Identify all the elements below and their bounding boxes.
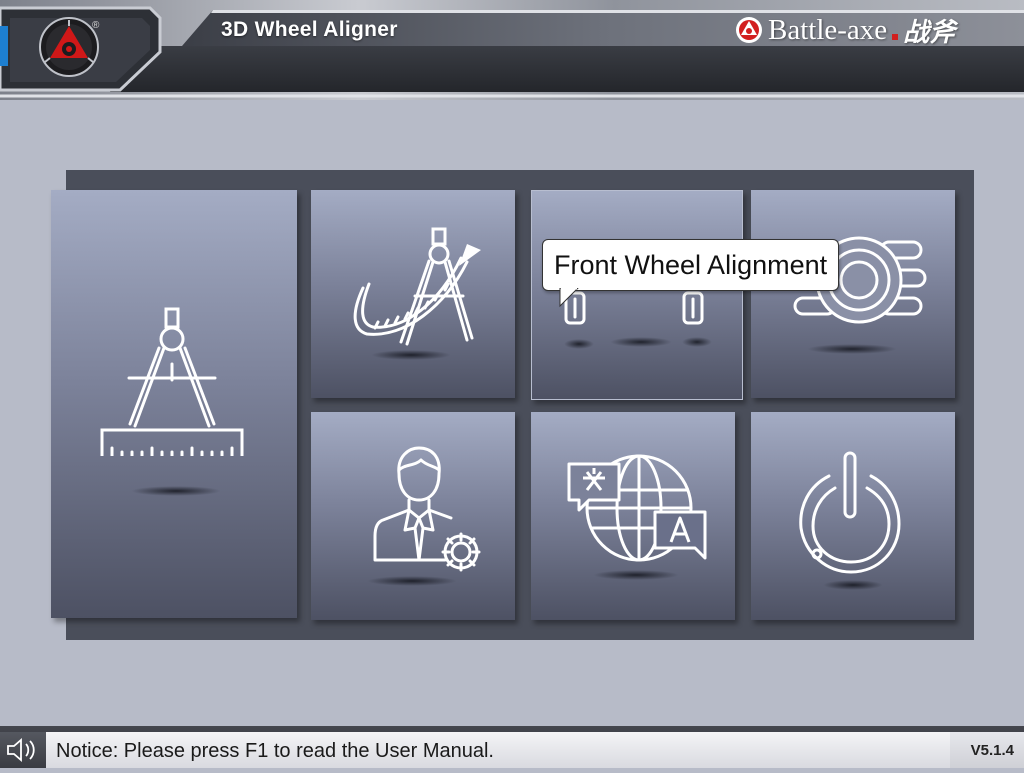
tile-shadow <box>682 337 712 347</box>
tile-shadow <box>131 486 221 496</box>
tile-tire-rims[interactable] <box>751 190 955 398</box>
tile-shadow <box>371 350 451 360</box>
compass-arrow-icon <box>353 227 481 346</box>
tile-language[interactable] <box>531 412 735 620</box>
compass-ruler-icon <box>100 307 244 456</box>
tile-shadow <box>593 570 679 580</box>
tile-power[interactable] <box>751 412 955 620</box>
user-gear-icon <box>373 446 481 572</box>
tile-measure[interactable] <box>51 190 297 618</box>
app-title: 3D Wheel Aligner <box>221 18 398 41</box>
tile-measure-angle[interactable] <box>311 190 515 398</box>
speaker-button[interactable] <box>0 732 46 768</box>
brand-logo: Battle-axe 战斧 <box>734 12 955 48</box>
tooltip: Front Wheel Alignment <box>542 239 840 291</box>
status-bar: Notice: Please press F1 to read the User… <box>0 726 1024 768</box>
registered-mark: ® <box>92 20 100 31</box>
tile-user-settings[interactable] <box>311 412 515 620</box>
notice-text: Notice: Please press F1 to read the User… <box>56 740 494 762</box>
version-label: V5.1.4 <box>970 742 1014 759</box>
notice-bar: Notice: Please press F1 to read the User… <box>46 732 950 768</box>
brand-emblem-icon <box>736 17 762 43</box>
globe-language-icon <box>567 454 707 562</box>
tile-shadow <box>823 580 883 590</box>
power-icon <box>799 451 901 574</box>
tile-shadow <box>807 344 897 354</box>
tile-shadow <box>610 337 672 347</box>
version-box: V5.1.4 <box>950 732 1024 768</box>
brand-separator <box>892 34 899 40</box>
tooltip-pointer <box>559 288 579 308</box>
brand-name-cn: 战斧 <box>903 17 956 48</box>
brand-name: Battle-axe <box>768 13 888 46</box>
tile-shadow <box>564 339 594 349</box>
tile-shadow <box>367 576 457 586</box>
logo-icon <box>39 17 99 77</box>
title-bar: ® 3D Wheel Aligner Battle-axe 战斧 <box>0 0 1024 100</box>
speaker-icon <box>7 738 35 762</box>
